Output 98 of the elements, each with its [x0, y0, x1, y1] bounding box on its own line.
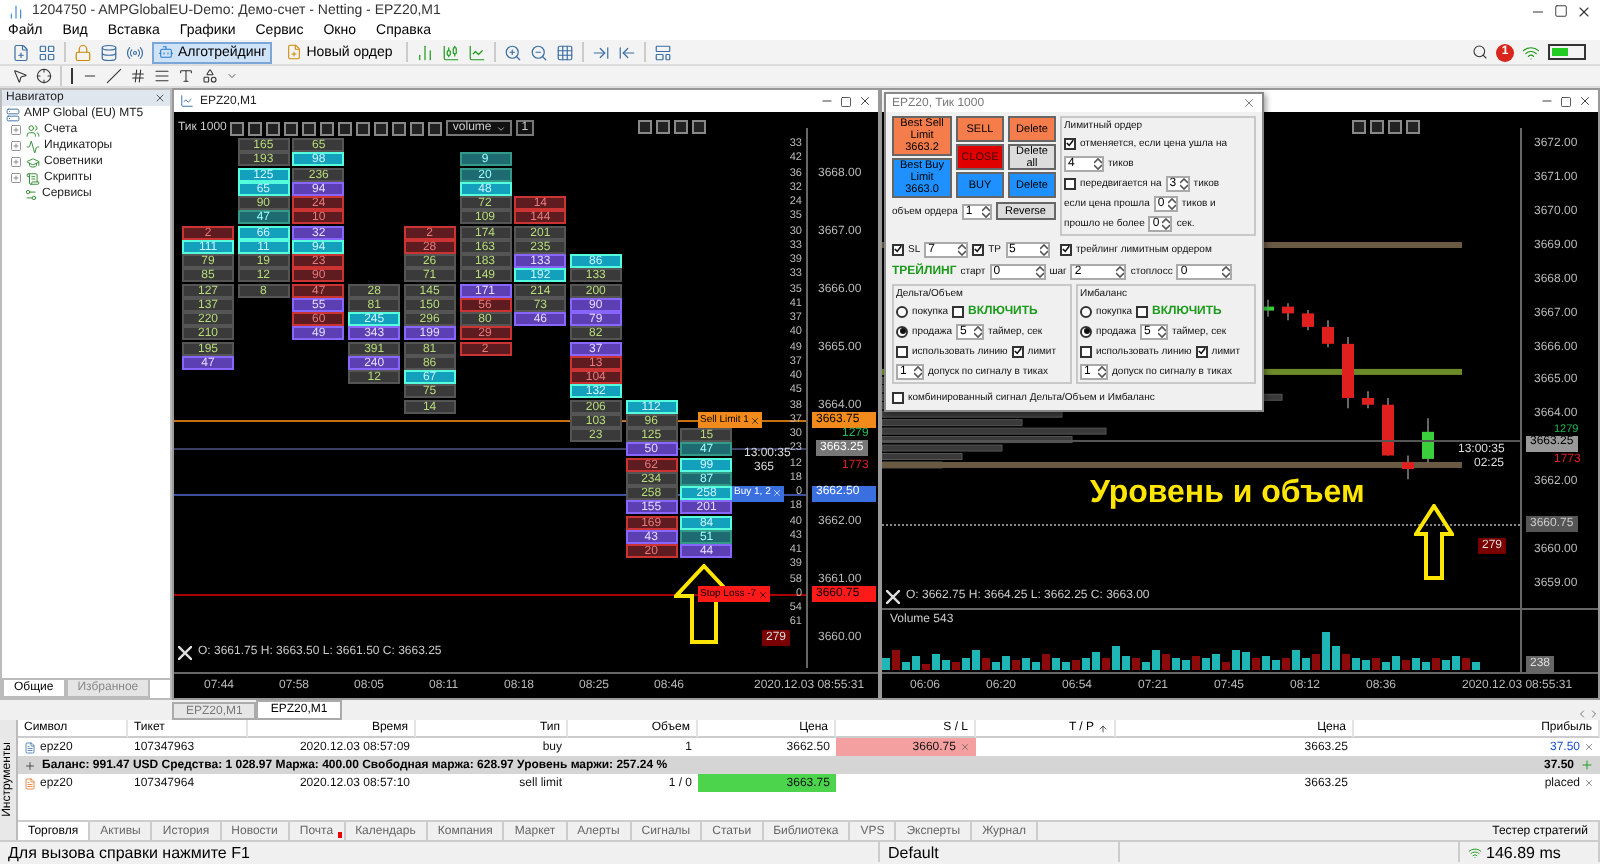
pending-order-icon	[24, 777, 36, 789]
checkbox[interactable]	[892, 243, 904, 255]
minimize-icon[interactable]	[1540, 94, 1554, 108]
checkbox[interactable]	[1064, 177, 1076, 189]
scroll-end-icon[interactable]	[592, 43, 611, 61]
radio-button[interactable]	[1080, 325, 1092, 337]
candlestick	[1282, 302, 1294, 321]
maximize-icon[interactable]	[840, 95, 852, 107]
spinner-icon[interactable]	[1162, 217, 1171, 229]
signal-icon[interactable]	[126, 43, 144, 61]
chart-icon[interactable]	[180, 94, 194, 108]
checkbox[interactable]	[1080, 345, 1092, 357]
spinner-icon[interactable]	[1116, 265, 1125, 277]
template-icon[interactable]	[654, 43, 673, 61]
gear-icon[interactable]	[24, 187, 38, 201]
spinner-icon[interactable]	[1222, 265, 1231, 277]
up-arrow-drawing	[1414, 504, 1454, 580]
connection-icon	[1468, 845, 1482, 859]
checkbox[interactable]	[952, 305, 965, 317]
spinner-icon[interactable]	[973, 325, 982, 337]
maximize-icon[interactable]	[1560, 95, 1572, 107]
document-plus-icon	[286, 44, 303, 60]
checkbox[interactable]	[972, 243, 985, 255]
connection-icon[interactable]	[1522, 43, 1540, 61]
status-help: Для вызова справки нажмите F1	[0, 842, 880, 862]
bar-chart-icon[interactable]	[416, 43, 435, 61]
zoom-in-icon[interactable]	[504, 43, 523, 61]
candlestick	[1262, 299, 1274, 318]
candlestick	[1302, 309, 1314, 331]
status-profile: Default	[880, 842, 1120, 862]
spinner-icon[interactable]	[1157, 325, 1166, 337]
lock-icon[interactable]	[74, 43, 92, 61]
grid-icon[interactable]	[556, 43, 575, 61]
shapes-icon[interactable]	[202, 68, 218, 84]
checkbox[interactable]	[1064, 137, 1076, 149]
ping-readout: 146.89 ms	[1486, 843, 1561, 861]
candlestick	[1382, 397, 1394, 456]
checkbox[interactable]	[896, 345, 908, 357]
crosshair-icon[interactable]	[36, 68, 52, 84]
pulse-icon[interactable]	[26, 139, 40, 153]
radio-button[interactable]	[896, 325, 908, 337]
candlestick	[1362, 390, 1374, 409]
spinner-icon[interactable]	[914, 365, 922, 377]
trendline-icon[interactable]	[106, 68, 122, 84]
database-icon[interactable]	[100, 43, 118, 61]
expand-icon[interactable]	[10, 140, 22, 152]
scroll-icon[interactable]	[26, 171, 40, 185]
app-logo-icon	[8, 3, 24, 19]
battery-icon	[1548, 44, 1588, 60]
close-icon[interactable]	[858, 94, 872, 108]
spinner-icon[interactable]	[1179, 177, 1188, 189]
spinner-icon[interactable]	[1098, 365, 1106, 377]
document-icon	[24, 741, 36, 753]
radio-button[interactable]	[1080, 305, 1092, 317]
maximize-icon[interactable]	[1554, 4, 1568, 18]
new-chart-icon[interactable]	[12, 43, 30, 61]
server-icon[interactable]	[6, 107, 20, 121]
spinner-icon[interactable]	[981, 205, 990, 217]
spinner-icon[interactable]	[958, 243, 967, 255]
expand-icon[interactable]	[24, 759, 36, 771]
minimize-icon[interactable]	[820, 94, 834, 108]
checkbox[interactable]	[1011, 345, 1024, 357]
users-icon[interactable]	[26, 123, 40, 137]
spinner-icon[interactable]	[1094, 157, 1102, 169]
checkbox[interactable]	[1136, 305, 1149, 317]
spinner-icon[interactable]	[1167, 197, 1176, 209]
spinner-icon[interactable]	[1039, 243, 1048, 255]
candlestick	[1402, 454, 1414, 480]
expand-icon[interactable]	[10, 156, 22, 168]
close-icon[interactable]	[1576, 3, 1592, 19]
expand-icon[interactable]	[10, 124, 22, 136]
crosshair-icon	[886, 590, 900, 604]
robot-icon	[158, 44, 174, 60]
checkbox[interactable]	[892, 391, 904, 403]
crosshair-icon	[178, 646, 192, 660]
expand-icon[interactable]	[10, 172, 22, 184]
spinner-icon[interactable]	[1035, 265, 1044, 277]
candlestick	[1422, 417, 1434, 463]
profiles-icon[interactable]	[38, 43, 56, 61]
candlestick	[1322, 319, 1334, 348]
radio-button[interactable]	[896, 305, 908, 317]
candlestick-icon[interactable]	[442, 43, 461, 61]
graduation-cap-icon[interactable]	[26, 155, 40, 169]
checkbox[interactable]	[1195, 345, 1208, 357]
vertical-line-icon[interactable]	[70, 68, 74, 84]
checkbox[interactable]	[1060, 243, 1072, 255]
sort-ascending-icon	[1098, 723, 1108, 733]
line-chart-icon[interactable]	[468, 43, 487, 61]
candlestick	[1342, 336, 1354, 409]
zoom-out-icon[interactable]	[530, 43, 549, 61]
text-icon[interactable]	[178, 68, 194, 84]
close-icon[interactable]	[1578, 94, 1592, 108]
search-icon[interactable]	[1472, 44, 1488, 60]
close-icon[interactable]	[154, 92, 166, 104]
caret-icon	[495, 123, 506, 133]
chart-shift-icon[interactable]	[618, 43, 637, 61]
chart-caption: Уровень и объем	[1090, 476, 1365, 512]
pointer-icon[interactable]	[12, 68, 28, 84]
